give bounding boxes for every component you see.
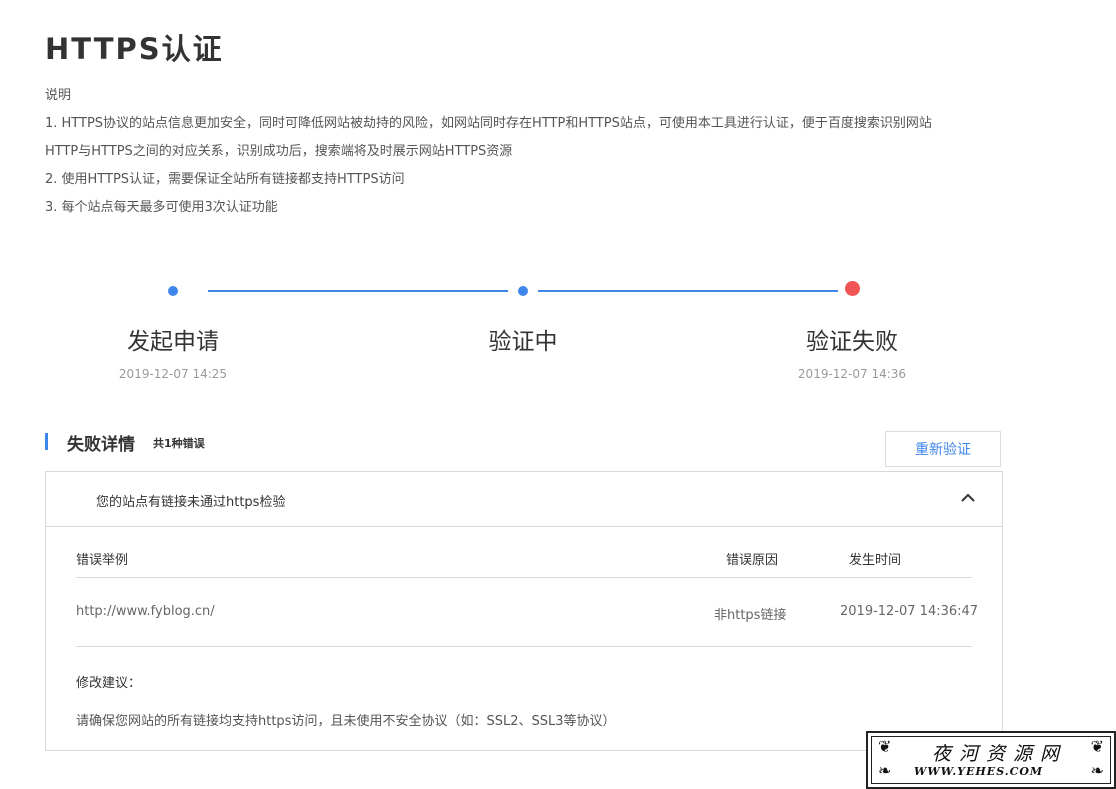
ornament-icon: ❦ [1090, 737, 1104, 756]
step-dot-failed [845, 281, 860, 296]
description-line-1b: HTTP与HTTPS之间的对应关系，识别成功后，搜索端将及时展示网站HTTPS资… [45, 144, 513, 159]
panel-title: 您的站点有链接未通过https检验 [96, 495, 286, 510]
section-title: 失败详情 [67, 435, 135, 455]
description-line-2: 2. 使用HTTPS认证，需要保证全站所有链接都支持HTTPS访问 [45, 172, 405, 187]
retry-verify-button[interactable]: 重新验证 [885, 431, 1001, 467]
suggestion-text: 请确保您网站的所有链接均支持https访问，且未使用不安全协议（如：SSL2、S… [76, 714, 616, 729]
description-heading: 说明 [45, 88, 72, 103]
step-connector-1 [208, 290, 508, 292]
watermark-cn-text: 夜河资源网 [932, 743, 1068, 765]
step-connector-2 [538, 290, 838, 292]
step-time-apply: 2019-12-07 14:25 [118, 367, 228, 381]
step-label-failed: 验证失败 [806, 329, 898, 355]
step-label-apply: 发起申请 [127, 329, 219, 355]
fail-detail-panel: 您的站点有链接未通过https检验 错误举例 错误原因 发生时间 http://… [45, 471, 1003, 751]
table-divider-top [76, 577, 972, 578]
error-count: 共1种错误 [153, 437, 205, 450]
column-header-example: 错误举例 [76, 553, 129, 568]
section-accent-bar [45, 433, 48, 450]
ornament-icon: ❧ [1090, 761, 1104, 780]
watermark-logo: ❦ ❧ ❦ ❧ 夜河资源网 WWW.YEHES.COM [866, 731, 1116, 789]
page-title: HTTPS认证 [45, 32, 224, 66]
cell-time: 2019-12-07 14:36:47 [840, 604, 979, 619]
step-dot-verifying [518, 286, 528, 296]
step-time-failed: 2019-12-07 14:36 [797, 367, 907, 381]
description: 说明 1. HTTPS协议的站点信息更加安全，同时可降低网站被劫持的风险，如网站… [45, 82, 1025, 222]
panel-header[interactable]: 您的站点有链接未通过https检验 [46, 472, 1002, 527]
column-header-reason: 错误原因 [726, 553, 779, 568]
description-line-3: 3. 每个站点每天最多可使用3次认证功能 [45, 200, 278, 215]
step-dot-apply [168, 286, 178, 296]
description-line-1: 1. HTTPS协议的站点信息更加安全，同时可降低网站被劫持的风险，如网站同时存… [45, 116, 932, 131]
table-divider-bottom [76, 646, 972, 647]
ornament-icon: ❧ [878, 761, 892, 780]
watermark-en-text: WWW.YEHES.COM [914, 765, 1044, 778]
cell-reason: 非https链接 [714, 608, 787, 623]
suggestion-title: 修改建议： [76, 676, 142, 691]
column-header-time: 发生时间 [849, 553, 902, 568]
ornament-icon: ❦ [878, 737, 892, 756]
step-label-verifying: 验证中 [488, 329, 558, 355]
chevron-up-icon[interactable] [960, 490, 976, 506]
cell-example-url: http://www.fyblog.cn/ [76, 604, 215, 619]
